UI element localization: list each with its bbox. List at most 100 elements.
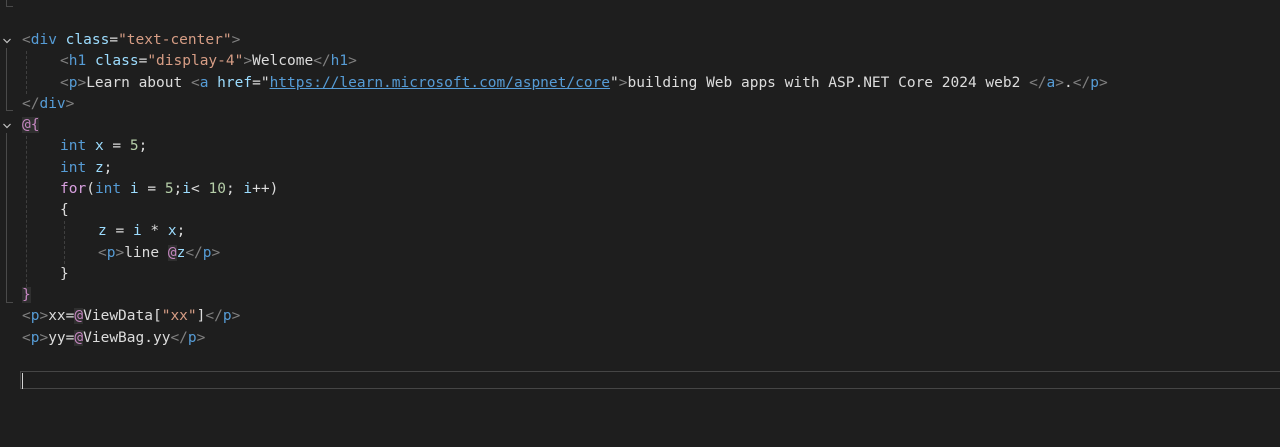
code-text: " bbox=[610, 75, 619, 91]
tag-bracket: > bbox=[115, 245, 125, 261]
number-literal: 5 bbox=[129, 138, 139, 154]
indent-guide bbox=[26, 136, 27, 287]
attribute-name: href bbox=[217, 75, 253, 91]
tag-bracket: < bbox=[60, 53, 69, 69]
code-text: =" bbox=[252, 75, 270, 91]
number-literal: 5 bbox=[164, 181, 174, 197]
text-caret bbox=[22, 373, 23, 389]
string-literal: "text-center" bbox=[118, 32, 232, 48]
attribute-name: class bbox=[65, 32, 110, 48]
html-tag-name: h1 bbox=[330, 53, 349, 69]
tag-bracket: < bbox=[22, 32, 31, 48]
operator: } bbox=[60, 266, 69, 282]
fold-range-div bbox=[6, 48, 13, 111]
code-line[interactable]: @{ bbox=[22, 115, 40, 136]
code-text: Learn about bbox=[86, 75, 191, 91]
operator: ; bbox=[173, 181, 183, 197]
operator: ( bbox=[86, 181, 95, 197]
tag-bracket: </ bbox=[1072, 75, 1091, 91]
html-tag-name: p bbox=[187, 330, 197, 346]
fold-end-marker bbox=[6, 0, 13, 7]
tag-bracket: < bbox=[98, 245, 107, 261]
code-line[interactable]: <p>line @z</p> bbox=[98, 243, 220, 264]
code-text: yy= bbox=[48, 330, 75, 346]
razor-marker: @ bbox=[74, 308, 84, 324]
indent-guide bbox=[26, 51, 27, 94]
code-line[interactable]: for(int i = 5;i< 10; i++) bbox=[60, 179, 278, 200]
identifier: x bbox=[167, 223, 177, 239]
code-text: Welcome bbox=[252, 53, 314, 69]
tag-bracket: < bbox=[22, 308, 31, 324]
tag-bracket: > bbox=[39, 330, 49, 346]
code-line[interactable]: <div class="text-center"> bbox=[22, 30, 240, 51]
operator: ++) bbox=[252, 181, 279, 197]
html-tag-name: p bbox=[202, 245, 212, 261]
tag-bracket: < bbox=[190, 75, 200, 91]
code-editor[interactable]: <div class="text-center"> <h1 class="dis… bbox=[0, 0, 1280, 447]
code-line[interactable]: { bbox=[60, 200, 69, 221]
keyword: int bbox=[60, 160, 87, 176]
code-line[interactable]: } bbox=[22, 285, 31, 306]
razor-marker: @ bbox=[74, 330, 84, 346]
html-tag-name: div bbox=[30, 32, 57, 48]
tag-bracket: > bbox=[65, 96, 75, 112]
code-line[interactable]: int z; bbox=[60, 158, 112, 179]
code-line[interactable]: z = i * x; bbox=[98, 221, 185, 242]
string-literal: "display-4" bbox=[147, 53, 244, 69]
tag-bracket: </ bbox=[185, 245, 203, 261]
operator: = bbox=[106, 223, 133, 239]
code-text: ViewBag.yy bbox=[83, 330, 171, 346]
code-text: building Web apps with ASP.NET Core 2024… bbox=[627, 75, 1030, 91]
tag-bracket: > bbox=[231, 308, 241, 324]
code-text: line bbox=[124, 245, 168, 261]
html-tag-name: p bbox=[222, 308, 232, 324]
string-literal: "xx" bbox=[161, 308, 197, 324]
identifier: i bbox=[182, 181, 192, 197]
html-tag-name: div bbox=[39, 96, 66, 112]
code-line[interactable]: <p>yy=@ViewBag.yy</p> bbox=[22, 328, 205, 349]
identifier: i bbox=[243, 181, 253, 197]
html-tag-name: a bbox=[1046, 75, 1056, 91]
code-line[interactable]: } bbox=[60, 264, 69, 285]
code-line[interactable]: </div> bbox=[22, 94, 74, 115]
indent-guide bbox=[64, 221, 65, 264]
razor-marker: } bbox=[22, 287, 31, 303]
identifier: z bbox=[98, 223, 107, 239]
identifier: i bbox=[132, 223, 142, 239]
tag-bracket: > bbox=[77, 75, 87, 91]
code-text: = bbox=[109, 32, 119, 48]
operator: = bbox=[103, 138, 130, 154]
code-link[interactable]: https://learn.microsoft.com/aspnet/core bbox=[270, 75, 610, 91]
operator: < bbox=[191, 181, 209, 197]
html-tag-name: h1 bbox=[68, 53, 87, 69]
tag-bracket: </ bbox=[170, 330, 188, 346]
code-line[interactable]: <p>xx=@ViewData["xx"]</p> bbox=[22, 306, 240, 327]
tag-bracket: </ bbox=[1029, 75, 1047, 91]
tag-bracket: > bbox=[196, 330, 206, 346]
tag-bracket: > bbox=[348, 53, 357, 69]
razor-marker: @{ bbox=[22, 117, 40, 133]
chevron-down-icon[interactable] bbox=[3, 122, 11, 130]
identifier: z bbox=[94, 160, 104, 176]
fold-range-razor bbox=[6, 133, 13, 303]
operator: = bbox=[138, 181, 165, 197]
fold-margin bbox=[0, 0, 20, 447]
code-line[interactable]: <h1 class="display-4">Welcome</h1> bbox=[60, 51, 357, 72]
keyword: int bbox=[94, 181, 122, 197]
operator: ; bbox=[138, 138, 148, 154]
chevron-down-icon[interactable] bbox=[3, 37, 11, 45]
code-line[interactable]: <p>Learn about <a href="https://learn.mi… bbox=[60, 73, 1108, 94]
code-line[interactable]: int x = 5; bbox=[60, 136, 147, 157]
number-literal: 10 bbox=[208, 181, 226, 197]
keyword: int bbox=[60, 138, 87, 154]
tag-bracket: > bbox=[1055, 75, 1065, 91]
control-keyword: for bbox=[60, 181, 87, 197]
operator: ; bbox=[176, 223, 186, 239]
identifier: i bbox=[129, 181, 139, 197]
tag-bracket: </ bbox=[22, 96, 40, 112]
